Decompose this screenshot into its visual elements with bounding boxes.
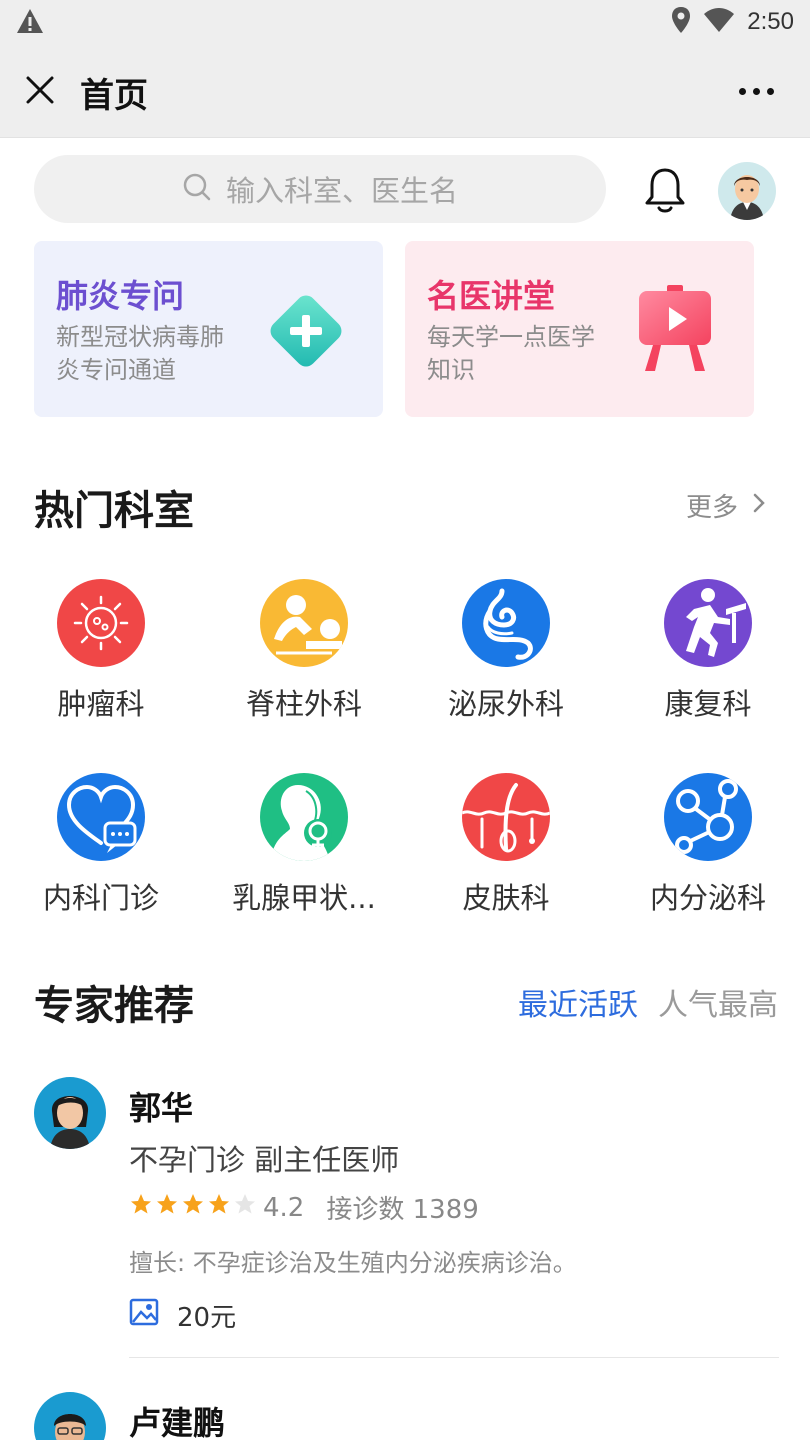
doctor-specialty: 擅长: 不孕症诊治及生殖内分泌疾病诊治。 — [129, 1249, 577, 1277]
doctor-name: 郭华 — [129, 1089, 194, 1127]
department-label: 内科门诊 — [42, 881, 159, 915]
department-label: 康复科 — [664, 687, 752, 721]
star-icon — [207, 1192, 231, 1223]
warning-icon — [16, 8, 44, 38]
more-options-button[interactable] — [739, 88, 774, 95]
close-icon[interactable] — [24, 74, 56, 106]
doctor-lecture-card[interactable]: 名医讲堂 每天学一点医学知识 — [405, 241, 754, 417]
department-urology[interactable]: 泌尿外科 — [416, 579, 596, 723]
chevron-right-icon — [752, 491, 766, 521]
doctor-avatar — [34, 1077, 106, 1149]
virus-icon — [57, 579, 145, 667]
consult-count: 接诊数 1389 — [326, 1195, 479, 1225]
running-icon — [664, 579, 752, 667]
search-icon — [182, 172, 212, 206]
department-label: 乳腺甲状... — [232, 881, 376, 915]
location-icon — [671, 6, 691, 38]
department-breast-thyroid[interactable]: 乳腺甲状... — [214, 773, 394, 917]
status-time: 2:50 — [747, 8, 794, 35]
department-label: 脊柱外科 — [245, 687, 362, 721]
department-endocrinology[interactable]: 内分泌科 — [618, 773, 798, 917]
search-placeholder: 输入科室、医生名 — [225, 174, 458, 208]
tab-recent-active[interactable]: 最近活跃 — [518, 980, 638, 1024]
doctor-rating-row: 4.2 接诊数 1389 — [129, 1189, 479, 1226]
more-departments-link[interactable]: 更多 — [686, 487, 766, 524]
department-spine-surgery[interactable]: 脊柱外科 — [214, 579, 394, 723]
card-subtitle: 每天学一点医学知识 — [427, 323, 595, 384]
star-icon — [181, 1192, 205, 1223]
doctor-card[interactable]: 卢建鹏 — [34, 1392, 778, 1440]
star-empty-icon — [233, 1192, 257, 1223]
molecule-icon — [664, 773, 752, 861]
medical-plus-icon — [260, 285, 352, 381]
doctor-avatar — [34, 1392, 106, 1440]
status-bar: 2:50 — [0, 0, 810, 44]
card-subtitle: 新型冠状病毒肺炎专问通道 — [56, 323, 224, 384]
more-label: 更多 — [686, 493, 739, 523]
card-title: 肺炎专问 — [56, 277, 185, 315]
heart-chat-icon — [57, 773, 145, 861]
image-consult-icon — [129, 1298, 159, 1333]
star-icon — [155, 1192, 179, 1223]
intestine-icon — [462, 579, 550, 667]
search-input[interactable]: 输入科室、医生名 — [34, 155, 606, 223]
rating-stars — [129, 1192, 257, 1223]
wifi-icon — [703, 7, 735, 37]
doctor-card[interactable]: 郭华 不孕门诊 副主任医师 4.2 接诊数 1389 擅长: 不孕症诊治及生殖内… — [34, 1077, 779, 1359]
video-board-icon — [633, 285, 717, 379]
title-bar: 首页 — [0, 44, 810, 138]
female-icon — [260, 773, 348, 861]
card-title: 名医讲堂 — [427, 277, 556, 315]
doctor-name: 卢建鹏 — [129, 1404, 226, 1440]
department-label: 皮肤科 — [462, 881, 550, 915]
page-title: 首页 — [80, 76, 148, 116]
doctor-title: 不孕门诊 副主任医师 — [129, 1143, 400, 1177]
hair-skin-icon — [462, 773, 550, 861]
consult-price: 20元 — [177, 1303, 237, 1333]
department-label: 泌尿外科 — [447, 687, 564, 721]
experts-tabs: 最近活跃 人气最高 — [518, 980, 778, 1024]
departments-title: 热门科室 — [34, 488, 194, 534]
tab-most-popular[interactable]: 人气最高 — [658, 980, 778, 1024]
department-internal-medicine[interactable]: 内科门诊 — [11, 773, 191, 917]
department-dermatology[interactable]: 皮肤科 — [416, 773, 596, 917]
bell-icon[interactable] — [644, 166, 686, 218]
consult-price-row: 20元 — [129, 1297, 236, 1334]
star-icon — [129, 1192, 153, 1223]
department-rehabilitation[interactable]: 康复科 — [618, 579, 798, 723]
user-avatar[interactable] — [718, 162, 776, 220]
pneumonia-consult-card[interactable]: 肺炎专问 新型冠状病毒肺炎专问通道 — [34, 241, 383, 417]
department-label: 内分泌科 — [649, 881, 766, 915]
department-oncology[interactable]: 肿瘤科 — [11, 579, 191, 723]
rating-value: 4.2 — [263, 1192, 305, 1223]
department-label: 肿瘤科 — [57, 687, 145, 721]
divider — [129, 1357, 779, 1358]
massage-icon — [260, 579, 348, 667]
experts-title: 专家推荐 — [34, 983, 194, 1029]
